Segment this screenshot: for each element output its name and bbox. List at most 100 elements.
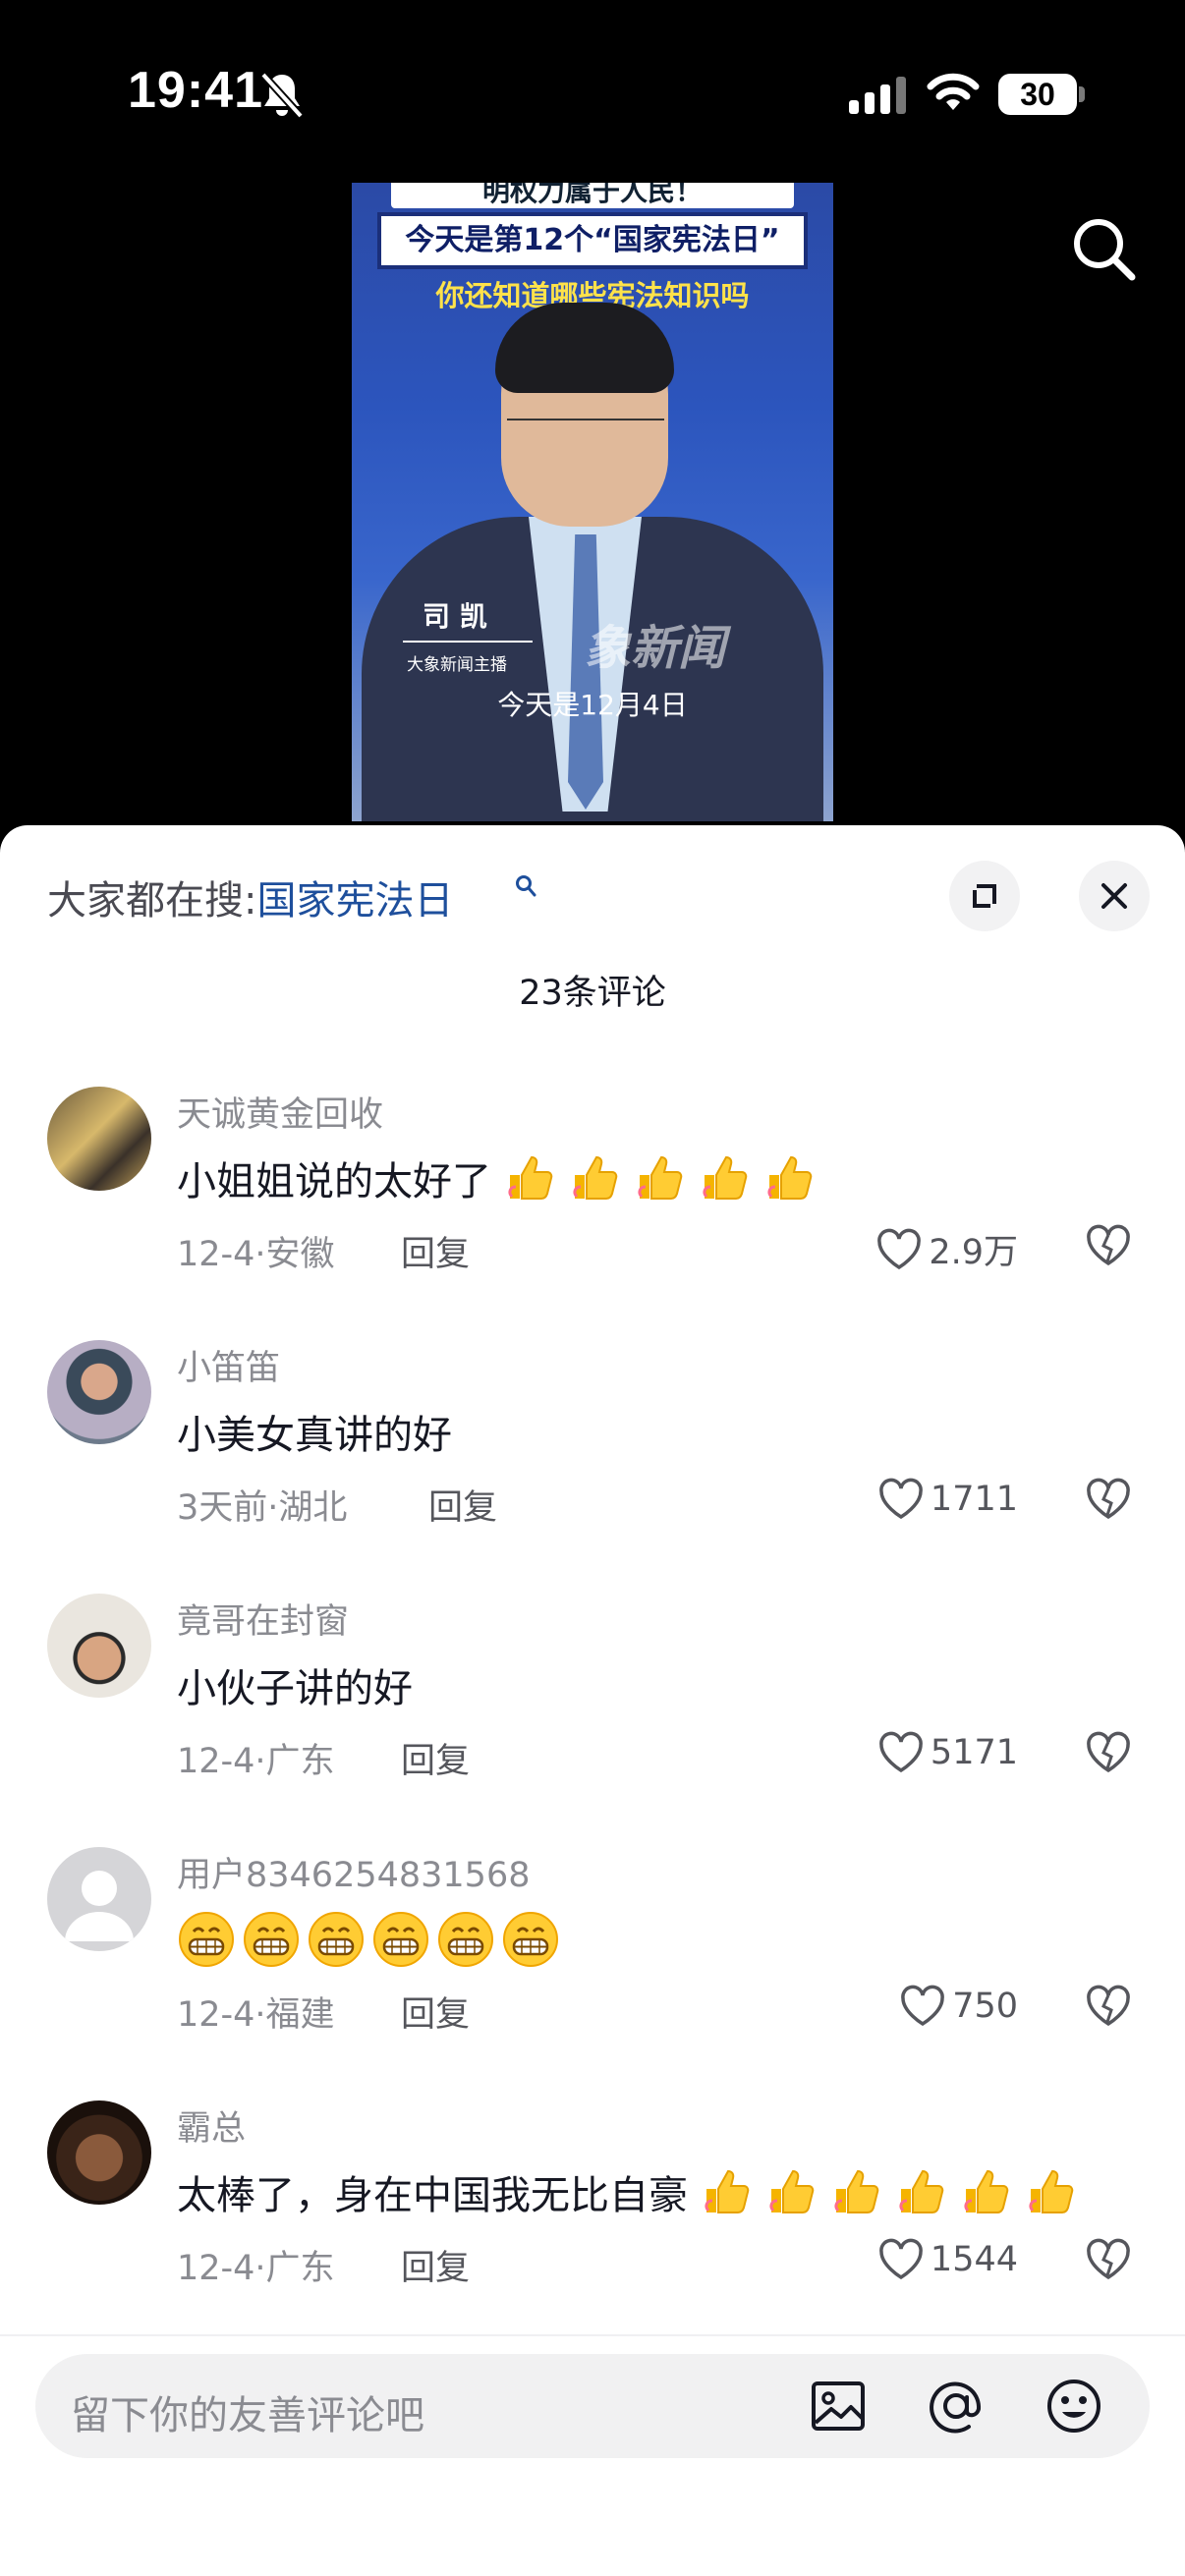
thumbs-up-emoji	[703, 1155, 747, 1200]
like-button[interactable]: 2.9万	[875, 1224, 1018, 1274]
like-count: 2.9万	[929, 1233, 1018, 1272]
thumbs-up-emoji	[769, 2169, 814, 2213]
broken-heart-icon[interactable]	[1085, 1731, 1132, 1774]
bell-slash-icon	[260, 72, 304, 119]
expand-icon	[973, 884, 996, 908]
comment-time-location: 12-4·广东	[177, 2249, 335, 2288]
default-avatar-icon	[65, 1871, 134, 1941]
thumbs-up-emoji	[573, 1155, 617, 1200]
comment-text: 小姐姐说的太好了	[177, 1149, 828, 1206]
like-button[interactable]: 5171	[877, 1731, 1018, 1774]
comment-time-location: 3天前·湖北	[177, 1488, 348, 1528]
comment-time-location: 12-4·安徽	[177, 1235, 335, 1274]
broken-heart-icon[interactable]	[1085, 2238, 1132, 2281]
comment-item: 霸总 太棒了，身在中国我无比自豪 12-4·广东 回复 1544	[0, 2100, 1185, 2346]
avatar[interactable]	[47, 1847, 151, 1951]
thumbs-up-emoji	[964, 2169, 1008, 2213]
thumbs-up-emoji	[767, 1155, 812, 1200]
comment-username[interactable]: 霸总	[177, 2100, 246, 2151]
avatar[interactable]	[47, 2100, 151, 2205]
comment-item: 小笛笛 小美女真讲的好 3天前·湖北 回复 1711	[0, 1340, 1185, 1586]
comment-item: 用户8346254831568 12-4·福建 回复 750	[0, 1847, 1185, 2093]
thumbs-row	[701, 2169, 1090, 2218]
comment-time-location: 12-4·广东	[177, 1742, 335, 1781]
thumbs-up-emoji	[834, 2169, 878, 2213]
thumbs-row	[504, 1155, 828, 1204]
reply-button[interactable]: 回复	[401, 1733, 470, 1783]
anchor-glasses	[507, 419, 664, 420]
heart-icon	[901, 1985, 944, 2027]
news-logo: 象新闻	[584, 621, 726, 676]
thumbs-up-emoji	[1029, 2169, 1073, 2213]
search-icon[interactable]	[1069, 214, 1138, 283]
video-top-strip: 明权力属于人民！	[391, 183, 794, 208]
comment-item: 天诚黄金回收 小姐姐说的太好了 12-4·安徽 回复 2.9万	[0, 1087, 1185, 1332]
comment-text-body: 太棒了，身在中国我无比自豪	[177, 2173, 688, 2218]
grin-emoji	[503, 1912, 558, 1967]
thumbs-up-emoji	[705, 2169, 749, 2213]
comment-username[interactable]: 用户8346254831568	[177, 1847, 531, 1897]
comment-text: 小美女真讲的好	[177, 1413, 452, 1458]
grin-emoji	[244, 1912, 299, 1967]
comment-text: 太棒了，身在中国我无比自豪	[177, 2163, 1090, 2220]
status-bar: 19:41 30	[0, 0, 1185, 187]
battery-indicator: 30	[998, 74, 1077, 115]
avatar[interactable]	[47, 1340, 151, 1444]
like-count: 1544	[930, 2240, 1018, 2279]
wifi-icon	[927, 73, 980, 110]
anchor-name-underline	[403, 641, 533, 643]
reply-button[interactable]: 回复	[401, 1226, 470, 1276]
like-button[interactable]: 1544	[877, 2238, 1018, 2281]
like-button[interactable]: 1711	[877, 1478, 1018, 1521]
avatar[interactable]	[47, 1087, 151, 1191]
thumbs-up-emoji	[899, 2169, 943, 2213]
avatar[interactable]	[47, 1594, 151, 1698]
broken-heart-icon[interactable]	[1085, 1478, 1132, 1521]
battery-tip	[1079, 86, 1085, 102]
comment-text-body: 小姐姐说的太好了	[177, 1159, 491, 1204]
signal-icon	[849, 77, 906, 114]
video-title-line1: 今天是第12个“国家宪法日”	[377, 212, 808, 269]
input-divider	[0, 2334, 1185, 2336]
reply-button[interactable]: 回复	[401, 1987, 470, 2037]
reply-button[interactable]: 回复	[401, 2240, 470, 2290]
grin-row	[177, 1912, 566, 1969]
heart-icon	[877, 1228, 922, 1269]
comment-sheet: 大家都在搜:国家宪法日 23条评论 天诚黄金回收 小姐姐说的太好了 12-4·安…	[0, 825, 1185, 2576]
comment-time-location: 12-4·福建	[177, 1995, 335, 2035]
like-count: 1711	[930, 1480, 1018, 1519]
comment-count: 23条评论	[519, 974, 666, 1013]
hot-search-prefix: 大家都在搜:	[47, 878, 257, 924]
video-subtitle: 今天是12月4日	[497, 689, 688, 721]
thumbs-up-emoji	[638, 1155, 682, 1200]
status-time: 19:41	[128, 62, 263, 119]
emoji-icon[interactable]	[1044, 2376, 1104, 2436]
comment-item: 竟哥在封窗 小伙子讲的好 12-4·广东 回复 5171	[0, 1594, 1185, 1839]
close-button[interactable]	[1079, 861, 1150, 931]
small-search-icon	[516, 875, 536, 897]
grin-emoji	[179, 1912, 234, 1967]
hot-search[interactable]: 大家都在搜:国家宪法日	[47, 868, 453, 925]
broken-heart-icon[interactable]	[1085, 1224, 1132, 1267]
grin-emoji	[438, 1912, 493, 1967]
like-button[interactable]: 750	[899, 1985, 1018, 2028]
comment-username[interactable]: 竟哥在封窗	[177, 1594, 349, 1644]
anchor-name: 司 凯	[423, 600, 487, 633]
hot-search-keyword[interactable]: 国家宪法日	[256, 878, 453, 924]
like-count: 5171	[930, 1733, 1018, 1772]
comment-text	[177, 1910, 566, 1969]
video-player[interactable]: 明权力属于人民！ 今天是第12个“国家宪法日” 你还知道哪些宪法知识吗 司 凯 …	[352, 183, 833, 821]
at-icon[interactable]	[926, 2376, 987, 2436]
broken-heart-icon[interactable]	[1085, 1985, 1132, 2028]
image-icon[interactable]	[808, 2376, 869, 2436]
comment-username[interactable]: 小笛笛	[177, 1340, 280, 1390]
comment-username[interactable]: 天诚黄金回收	[177, 1087, 383, 1137]
heart-icon	[879, 1478, 923, 1520]
reply-button[interactable]: 回复	[428, 1480, 497, 1530]
comment-input-placeholder[interactable]: 留下你的友善评论吧	[71, 2383, 424, 2440]
thumbs-up-emoji	[508, 1155, 552, 1200]
heart-icon	[879, 2238, 923, 2280]
comment-input[interactable]: 留下你的友善评论吧	[35, 2354, 1150, 2458]
like-count: 750	[952, 1987, 1018, 2026]
expand-button[interactable]	[949, 861, 1020, 931]
